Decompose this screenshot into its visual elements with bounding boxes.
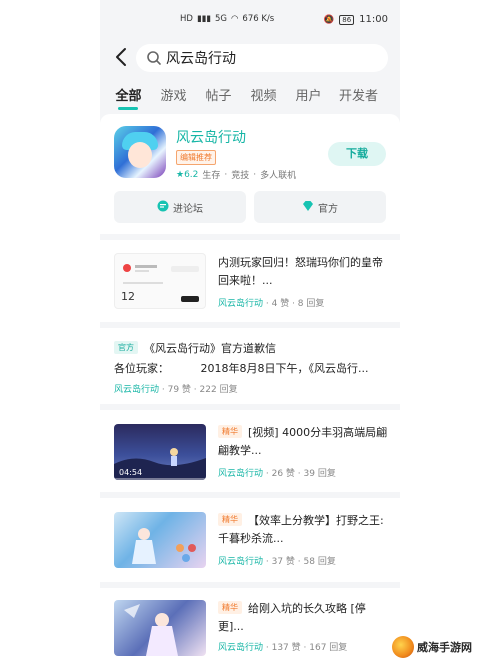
game-meta: ★6.2 生存 · 竞技 · 多人联机 bbox=[176, 168, 297, 182]
game-actions: 进论坛 官方 bbox=[114, 191, 386, 223]
post-game-link[interactable]: 风云岛行动 bbox=[218, 469, 263, 479]
post-meta: 风云岛行动 · 37 赞 · 58 回复 bbox=[218, 557, 336, 567]
post-excerpt: 各位玩家： 2018年8月8日下午，《风云岛行... bbox=[114, 362, 369, 375]
featured-tag: 精华 bbox=[218, 425, 242, 438]
chat-bubble-icon bbox=[157, 200, 169, 215]
forum-button[interactable]: 进论坛 bbox=[114, 191, 246, 223]
active-tab-indicator bbox=[118, 107, 138, 110]
tab-users[interactable]: 用户 bbox=[286, 80, 331, 110]
post-game-link[interactable]: 风云岛行动 bbox=[218, 299, 263, 309]
post-meta: 风云岛行动 · 4 赞 · 8 回复 bbox=[218, 299, 325, 309]
post-title[interactable]: 内测玩家回归！怒瑞玛你们的皇帝回来啦！... bbox=[218, 254, 390, 290]
post-meta: 风云岛行动 · 26 赞 · 39 回复 bbox=[218, 469, 336, 479]
tab-all[interactable]: 全部 bbox=[106, 80, 151, 110]
post-replies: 39 回复 bbox=[303, 469, 336, 479]
post-item[interactable]: 12 内测玩家回归！怒瑞玛你们的皇帝回来啦！... 风云岛行动 · 4 赞 · … bbox=[100, 240, 400, 322]
result-tabs: 全部 游戏 帖子 视频 用户 开发者 bbox=[106, 80, 396, 110]
official-tag: 官方 bbox=[114, 341, 138, 354]
tab-developers[interactable]: 开发者 bbox=[331, 80, 386, 110]
post-likes: 4 赞 bbox=[271, 299, 290, 309]
post-title-row[interactable]: 精华 【效率上分教学】打野之王:千暮秒杀流... bbox=[218, 512, 390, 548]
search-header bbox=[100, 42, 400, 74]
watermark-text: 威海手游网 bbox=[417, 641, 472, 654]
thumb-number: 12 bbox=[121, 290, 135, 303]
post-meta: 风云岛行动 · 137 赞 · 167 回复 bbox=[218, 643, 348, 653]
game-app-icon[interactable] bbox=[114, 126, 166, 178]
game-title[interactable]: 风云岛行动 bbox=[176, 127, 246, 147]
diamond-icon bbox=[302, 200, 314, 215]
featured-tag: 精华 bbox=[218, 601, 242, 614]
forum-label: 进论坛 bbox=[173, 203, 203, 215]
post-title-row[interactable]: 精华 [视频] 4000分丰羽高端局翩翩教学... bbox=[218, 424, 390, 460]
post-likes: 137 赞 bbox=[271, 643, 301, 653]
post-thumbnail bbox=[114, 600, 206, 656]
back-arrow-icon[interactable] bbox=[112, 46, 132, 68]
status-left: HD ▮▮▮ 5G ◠ 676 K/s bbox=[180, 14, 274, 24]
tab-label: 游戏 bbox=[160, 89, 187, 104]
watermark-logo-icon bbox=[392, 636, 414, 658]
post-title-row[interactable]: 精华 给刚入坑的长久攻略 [停更]... bbox=[218, 600, 390, 636]
game-rating: ★6.2 bbox=[176, 169, 199, 180]
game-tag: 竞技 bbox=[231, 171, 250, 181]
site-watermark: 威海手游网 bbox=[392, 636, 472, 658]
post-title: [视频] 4000分丰羽高端局翩翩教学... bbox=[218, 426, 388, 457]
tab-posts[interactable]: 帖子 bbox=[196, 80, 241, 110]
post-item[interactable]: 官方 《风云岛行动》官方道歉信 各位玩家： 2018年8月8日下午，《风云岛行..… bbox=[100, 328, 400, 404]
post-game-link[interactable]: 风云岛行动 bbox=[114, 385, 159, 395]
clock: 11:00 bbox=[359, 14, 388, 25]
status-right: 🔕 86 11:00 bbox=[324, 14, 388, 25]
game-tag: 生存 bbox=[202, 171, 221, 181]
dot-separator: · bbox=[253, 169, 257, 180]
mute-icon: 🔕 bbox=[323, 14, 335, 25]
tab-label: 开发者 bbox=[338, 89, 378, 104]
post-title-row[interactable]: 官方 《风云岛行动》官方道歉信 bbox=[114, 340, 390, 358]
tab-label: 用户 bbox=[295, 89, 322, 104]
video-thumbnail[interactable]: 04:54 bbox=[114, 424, 206, 480]
dot-separator: · bbox=[224, 169, 228, 180]
tab-videos[interactable]: 视频 bbox=[241, 80, 286, 110]
search-icon bbox=[146, 50, 162, 66]
post-thumbnail bbox=[114, 512, 206, 568]
official-label: 官方 bbox=[318, 203, 338, 215]
signal-icon: ▮▮▮ bbox=[196, 14, 211, 24]
post-likes: 26 赞 bbox=[271, 469, 295, 479]
post-title: 【效率上分教学】打野之王:千暮秒杀流... bbox=[218, 514, 384, 545]
post-thumbnail: 12 bbox=[114, 253, 206, 309]
network-type: HD bbox=[180, 14, 193, 24]
status-bar: HD ▮▮▮ 5G ◠ 676 K/s 🔕 86 11:00 bbox=[100, 0, 400, 42]
tab-label: 视频 bbox=[250, 89, 277, 104]
post-replies: 167 回复 bbox=[309, 643, 348, 653]
post-replies: 58 回复 bbox=[303, 557, 336, 567]
post-game-link[interactable]: 风云岛行动 bbox=[218, 643, 263, 653]
video-duration: 04:54 bbox=[119, 468, 143, 477]
post-item[interactable]: 04:54 精华 [视频] 4000分丰羽高端局翩翩教学... 风云岛行动 · 2… bbox=[100, 410, 400, 492]
post-item[interactable]: 精华 给刚入坑的长久攻略 [停更]... 风云岛行动 · 137 赞 · 167 … bbox=[100, 588, 400, 666]
download-button[interactable]: 下载 bbox=[328, 142, 386, 166]
post-title: 《风云岛行动》官方道歉信 bbox=[144, 342, 276, 355]
search-input[interactable] bbox=[166, 48, 376, 68]
game-tag: 多人联机 bbox=[260, 171, 297, 181]
featured-tag: 精华 bbox=[218, 513, 242, 526]
post-likes: 37 赞 bbox=[271, 557, 295, 567]
post-game-link[interactable]: 风云岛行动 bbox=[218, 557, 263, 567]
game-card[interactable]: 风云岛行动 编辑推荐 ★6.2 生存 · 竞技 · 多人联机 下载 进论坛 官方 bbox=[100, 114, 400, 234]
post-replies: 8 回复 bbox=[297, 299, 325, 309]
post-likes: 79 赞 bbox=[167, 385, 191, 395]
search-box[interactable] bbox=[136, 44, 388, 72]
tab-label: 全部 bbox=[115, 89, 142, 104]
phone-screen: HD ▮▮▮ 5G ◠ 676 K/s 🔕 86 11:00 全部 游戏 bbox=[100, 0, 400, 666]
net-speed: 676 K/s bbox=[242, 14, 275, 24]
tab-label: 帖子 bbox=[205, 89, 232, 104]
editor-pick-badge: 编辑推荐 bbox=[176, 150, 216, 165]
post-replies: 222 回复 bbox=[199, 385, 238, 395]
video-progress-bar bbox=[114, 478, 206, 480]
battery-level: 86 bbox=[339, 14, 355, 25]
signal-label: 5G bbox=[214, 14, 227, 24]
tab-games[interactable]: 游戏 bbox=[151, 80, 196, 110]
post-meta: 风云岛行动 · 79 赞 · 222 回复 bbox=[114, 385, 238, 395]
wifi-icon: ◠ bbox=[230, 14, 239, 24]
official-button[interactable]: 官方 bbox=[254, 191, 386, 223]
post-item[interactable]: 精华 【效率上分教学】打野之王:千暮秒杀流... 风云岛行动 · 37 赞 · 5… bbox=[100, 498, 400, 582]
